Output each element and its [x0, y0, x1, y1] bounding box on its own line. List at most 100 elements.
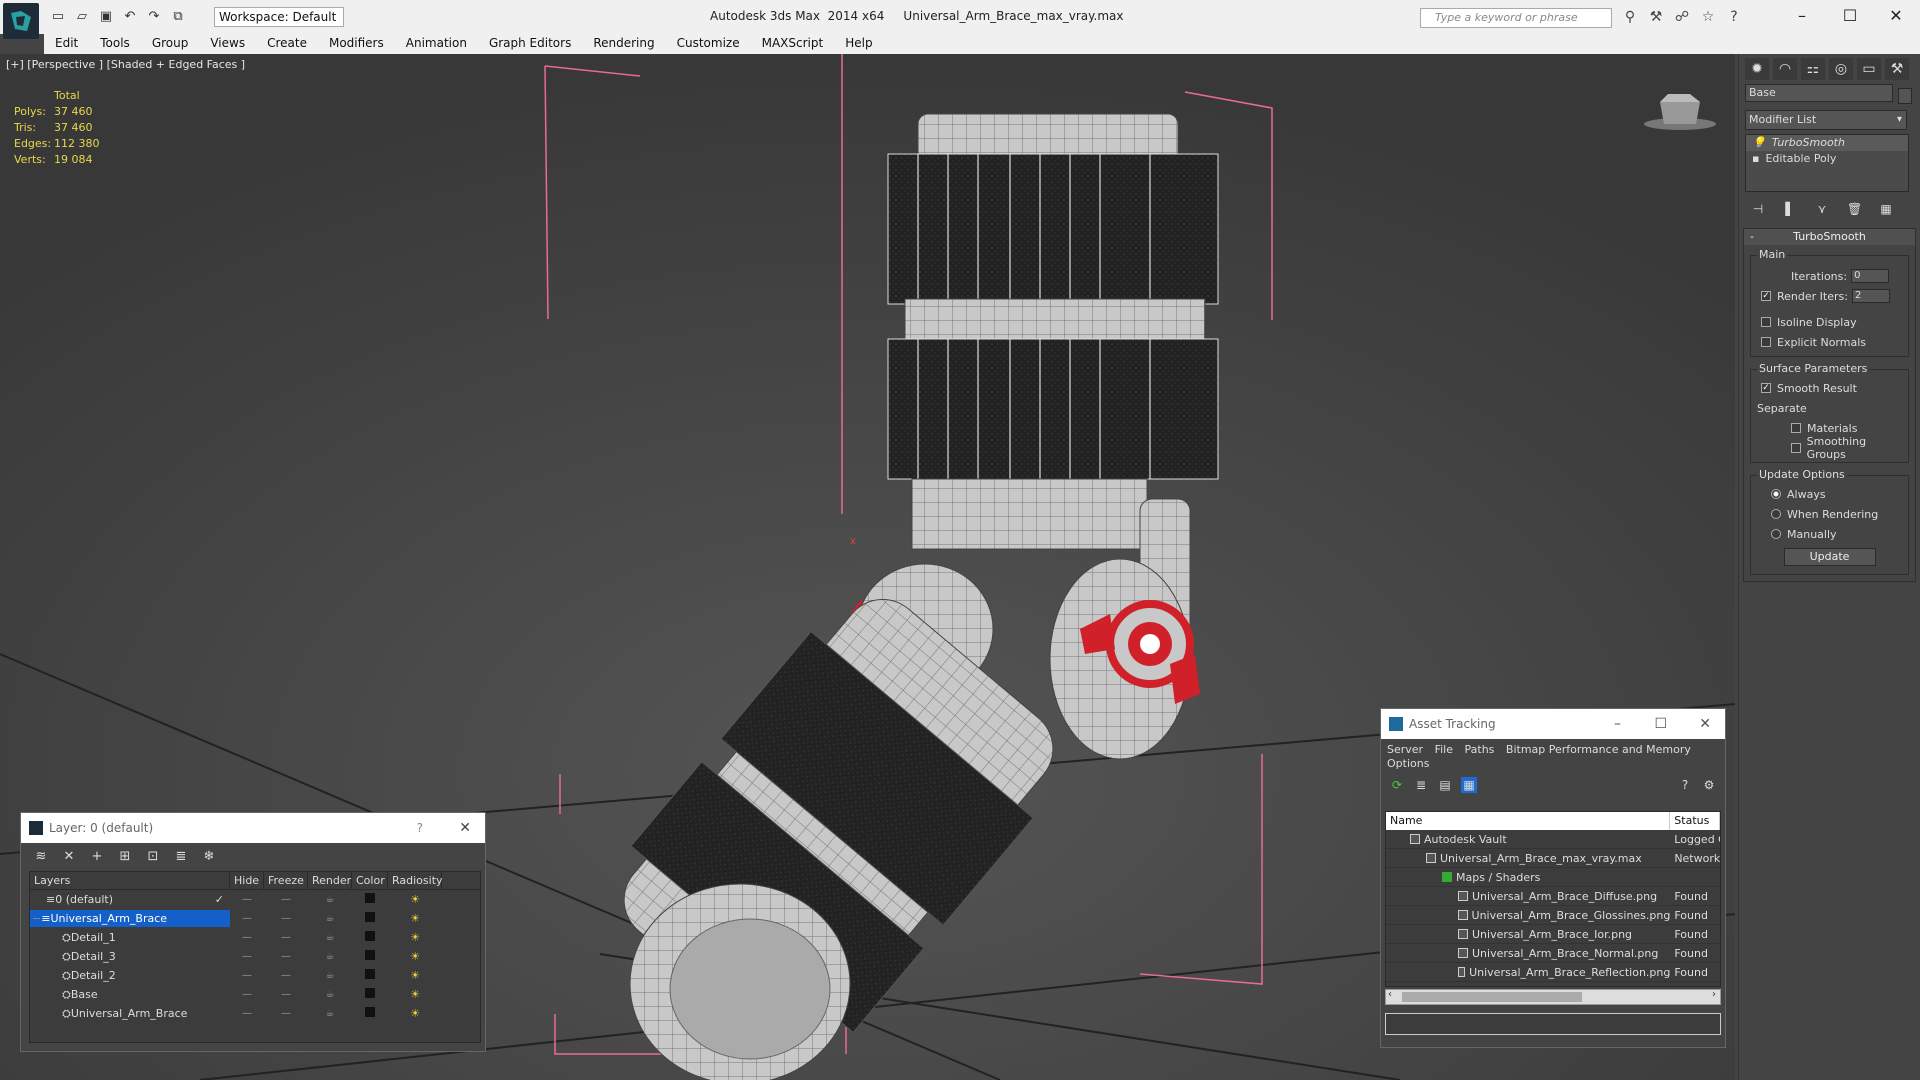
col-freeze[interactable]: Freeze: [264, 872, 308, 889]
radiosity-sun-icon[interactable]: ☀: [388, 912, 442, 925]
horizontal-scrollbar[interactable]: ‹ ›: [1385, 989, 1721, 1005]
maximize-icon[interactable]: ☐: [1654, 709, 1667, 739]
scroll-left-icon[interactable]: ‹: [1388, 989, 1392, 1000]
menu-file[interactable]: File: [1435, 743, 1453, 756]
modify-tab-icon[interactable]: ◠: [1773, 58, 1797, 80]
smooth-result-checkbox[interactable]: ✓: [1761, 383, 1771, 393]
scroll-right-icon[interactable]: ›: [1712, 989, 1716, 1000]
refresh-icon[interactable]: ⟳: [1389, 777, 1405, 793]
expand-plus-icon[interactable]: ▪: [1752, 151, 1759, 167]
maximize-button[interactable]: ☐: [1830, 4, 1870, 28]
layer-color-swatch[interactable]: [365, 969, 375, 979]
menu-help[interactable]: Help: [834, 34, 883, 54]
render-teapot-icon[interactable]: ☕: [308, 989, 352, 1000]
freeze-toggle[interactable]: —: [264, 913, 308, 924]
subscription-icon[interactable]: ⚒: [1646, 8, 1666, 26]
configure-sets-icon[interactable]: ▦: [1879, 202, 1893, 218]
collapse-icon[interactable]: −: [32, 912, 41, 925]
highlight-selected-icon[interactable]: ⊡: [145, 849, 161, 865]
help-button[interactable]: ?: [417, 813, 423, 843]
layer-color-swatch[interactable]: [365, 893, 375, 903]
hide-toggle[interactable]: —: [230, 970, 264, 981]
explicit-normals-checkbox[interactable]: [1761, 337, 1771, 347]
freeze-toggle[interactable]: —: [264, 894, 308, 905]
col-name[interactable]: Name: [1386, 812, 1671, 830]
col-render[interactable]: Render: [308, 872, 352, 889]
show-end-result-icon[interactable]: ▌: [1783, 202, 1797, 218]
menu-tools[interactable]: Tools: [89, 34, 141, 54]
render-teapot-icon[interactable]: ☕: [308, 894, 352, 905]
radiosity-sun-icon[interactable]: ☀: [388, 950, 442, 963]
hide-toggle[interactable]: —: [230, 894, 264, 905]
layer-row[interactable]: ⛭ Universal_Arm_Brace — — ☕ ☀: [30, 1004, 480, 1023]
table-view-icon[interactable]: ▦: [1461, 777, 1477, 793]
layer-row[interactable]: ⛭ Detail_1 — — ☕ ☀: [30, 928, 480, 947]
display-tab-icon[interactable]: ▭: [1857, 58, 1881, 80]
app-menu-button[interactable]: [3, 3, 39, 39]
freeze-toggle[interactable]: —: [264, 970, 308, 981]
new-layer-icon[interactable]: ≋: [33, 849, 49, 865]
viewcube-icon[interactable]: [1640, 84, 1720, 134]
col-status[interactable]: Status: [1670, 812, 1720, 830]
vault-settings-icon[interactable]: ⚙: [1701, 777, 1717, 793]
layer-row[interactable]: ≡ 0 (default) ✓ — — ☕ ☀: [30, 890, 480, 909]
rollout-header[interactable]: - TurboSmooth: [1744, 229, 1915, 245]
viewport-label[interactable]: [+] [Perspective ] [Shaded + Edged Faces…: [6, 58, 245, 71]
col-hide[interactable]: Hide: [230, 872, 264, 889]
hide-toggle[interactable]: —: [230, 1008, 264, 1019]
layer-color-swatch[interactable]: [365, 931, 375, 941]
menu-options[interactable]: Options: [1387, 757, 1429, 770]
layer-row[interactable]: ⛭ Base — — ☕ ☀: [30, 985, 480, 1004]
open-file-icon[interactable]: ▱: [72, 8, 92, 26]
close-button[interactable]: ✕: [1876, 4, 1916, 28]
freeze-toggle[interactable]: —: [264, 1008, 308, 1019]
asset-window-titlebar[interactable]: Asset Tracking – ☐ ✕: [1381, 709, 1725, 739]
manually-radio[interactable]: [1771, 529, 1781, 539]
lightbulb-icon[interactable]: 💡: [1752, 135, 1766, 151]
render-teapot-icon[interactable]: ☕: [308, 913, 352, 924]
update-button[interactable]: Update: [1783, 548, 1876, 566]
radiosity-sun-icon[interactable]: ☀: [388, 1007, 442, 1020]
layer-color-swatch[interactable]: [365, 950, 375, 960]
render-teapot-icon[interactable]: ☕: [308, 932, 352, 943]
list-view-icon[interactable]: ≣: [1413, 777, 1429, 793]
object-name-field[interactable]: Base: [1745, 84, 1893, 102]
menu-modifiers[interactable]: Modifiers: [318, 34, 395, 54]
menu-paths[interactable]: Paths: [1465, 743, 1495, 756]
hierarchy-tab-icon[interactable]: ⚏: [1801, 58, 1825, 80]
asset-row[interactable]: Autodesk Vault Logged O: [1386, 830, 1720, 849]
render-teapot-icon[interactable]: ☕: [308, 951, 352, 962]
stack-item-editable-poly[interactable]: ▪ Editable Poly: [1746, 151, 1908, 167]
hide-toggle[interactable]: —: [230, 989, 264, 1000]
asset-row[interactable]: Maps / Shaders: [1386, 868, 1720, 887]
workspace-dropdown[interactable]: Workspace: Default: [214, 7, 344, 27]
add-to-layer-icon[interactable]: +: [89, 849, 105, 865]
save-icon[interactable]: ▣: [96, 8, 116, 26]
menu-create[interactable]: Create: [256, 34, 318, 54]
pin-stack-icon[interactable]: ⊣: [1751, 202, 1765, 218]
render-teapot-icon[interactable]: ☕: [308, 970, 352, 981]
iterations-spinner[interactable]: 0: [1851, 269, 1890, 283]
motion-tab-icon[interactable]: ◎: [1829, 58, 1853, 80]
undo-icon[interactable]: ↶: [120, 8, 140, 26]
modifier-list-dropdown[interactable]: Modifier List ▾: [1745, 110, 1907, 130]
close-icon[interactable]: ✕: [459, 813, 471, 843]
select-objects-icon[interactable]: ⊞: [117, 849, 133, 865]
hide-all-icon[interactable]: ≣: [173, 849, 189, 865]
menu-rendering[interactable]: Rendering: [582, 34, 665, 54]
render-iters-spinner[interactable]: 2: [1851, 289, 1890, 303]
layer-color-swatch[interactable]: [365, 1007, 375, 1017]
freeze-all-icon[interactable]: ❄: [201, 849, 217, 865]
materials-checkbox[interactable]: [1791, 423, 1801, 433]
remove-modifier-icon[interactable]: 🗑: [1847, 202, 1862, 218]
layer-window-titlebar[interactable]: Layer: 0 (default) ? ✕: [21, 813, 485, 843]
smoothing-groups-checkbox[interactable]: [1791, 443, 1801, 453]
menu-group[interactable]: Group: [141, 34, 200, 54]
freeze-toggle[interactable]: —: [264, 932, 308, 943]
project-folder-icon[interactable]: ⧉: [168, 8, 188, 26]
asset-path-field[interactable]: [1385, 1013, 1721, 1035]
when-rendering-radio[interactable]: [1771, 509, 1781, 519]
radiosity-sun-icon[interactable]: ☀: [388, 969, 442, 982]
asset-row[interactable]: Universal_Arm_Brace_Normal.png Found: [1386, 944, 1720, 963]
menu-animation[interactable]: Animation: [395, 34, 478, 54]
